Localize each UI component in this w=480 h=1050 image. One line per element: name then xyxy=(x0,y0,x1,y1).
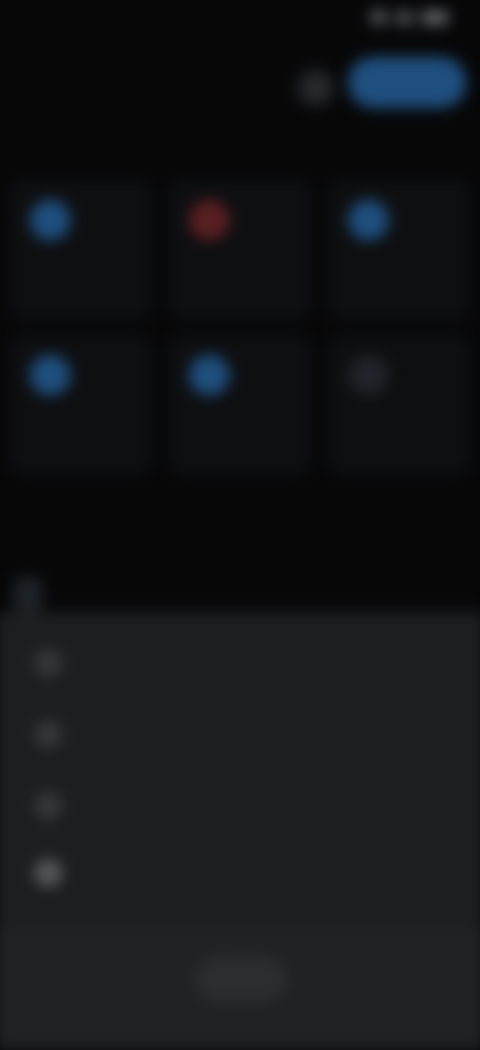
sheet-item[interactable] xyxy=(26,634,454,691)
device-tile[interactable] xyxy=(168,179,312,321)
battery-icon xyxy=(421,10,449,24)
circle-icon xyxy=(33,648,63,678)
circle-icon xyxy=(33,791,63,820)
section-header-devices xyxy=(20,139,461,170)
sheet-item[interactable] xyxy=(26,844,454,901)
sheet-item[interactable] xyxy=(26,777,454,834)
circle-icon xyxy=(33,858,63,888)
blurred-screen xyxy=(0,0,480,1050)
circle-icon xyxy=(189,199,230,241)
circle-icon xyxy=(29,199,71,241)
search-button[interactable] xyxy=(295,67,336,108)
search-icon xyxy=(307,79,326,98)
device-grid xyxy=(9,179,471,485)
bottom-sheet xyxy=(0,611,480,928)
device-tile[interactable] xyxy=(327,334,471,476)
circle-icon xyxy=(348,354,389,396)
close-button[interactable] xyxy=(195,956,287,1002)
device-tile[interactable] xyxy=(327,179,471,321)
signal-icon xyxy=(370,10,387,25)
status-icons xyxy=(370,10,449,25)
status-bar xyxy=(0,0,480,47)
device-tile[interactable] xyxy=(168,334,312,476)
circle-icon xyxy=(33,719,63,749)
circle-icon xyxy=(189,354,230,396)
circle-icon xyxy=(348,199,389,241)
wifi-icon xyxy=(395,10,414,25)
primary-button[interactable] xyxy=(348,56,467,108)
filter-chip[interactable] xyxy=(13,577,43,612)
circle-icon xyxy=(29,354,71,396)
device-tile[interactable] xyxy=(9,179,153,321)
section-header-list xyxy=(20,524,461,555)
sheet-item[interactable] xyxy=(26,706,454,763)
device-tile[interactable] xyxy=(9,334,153,476)
